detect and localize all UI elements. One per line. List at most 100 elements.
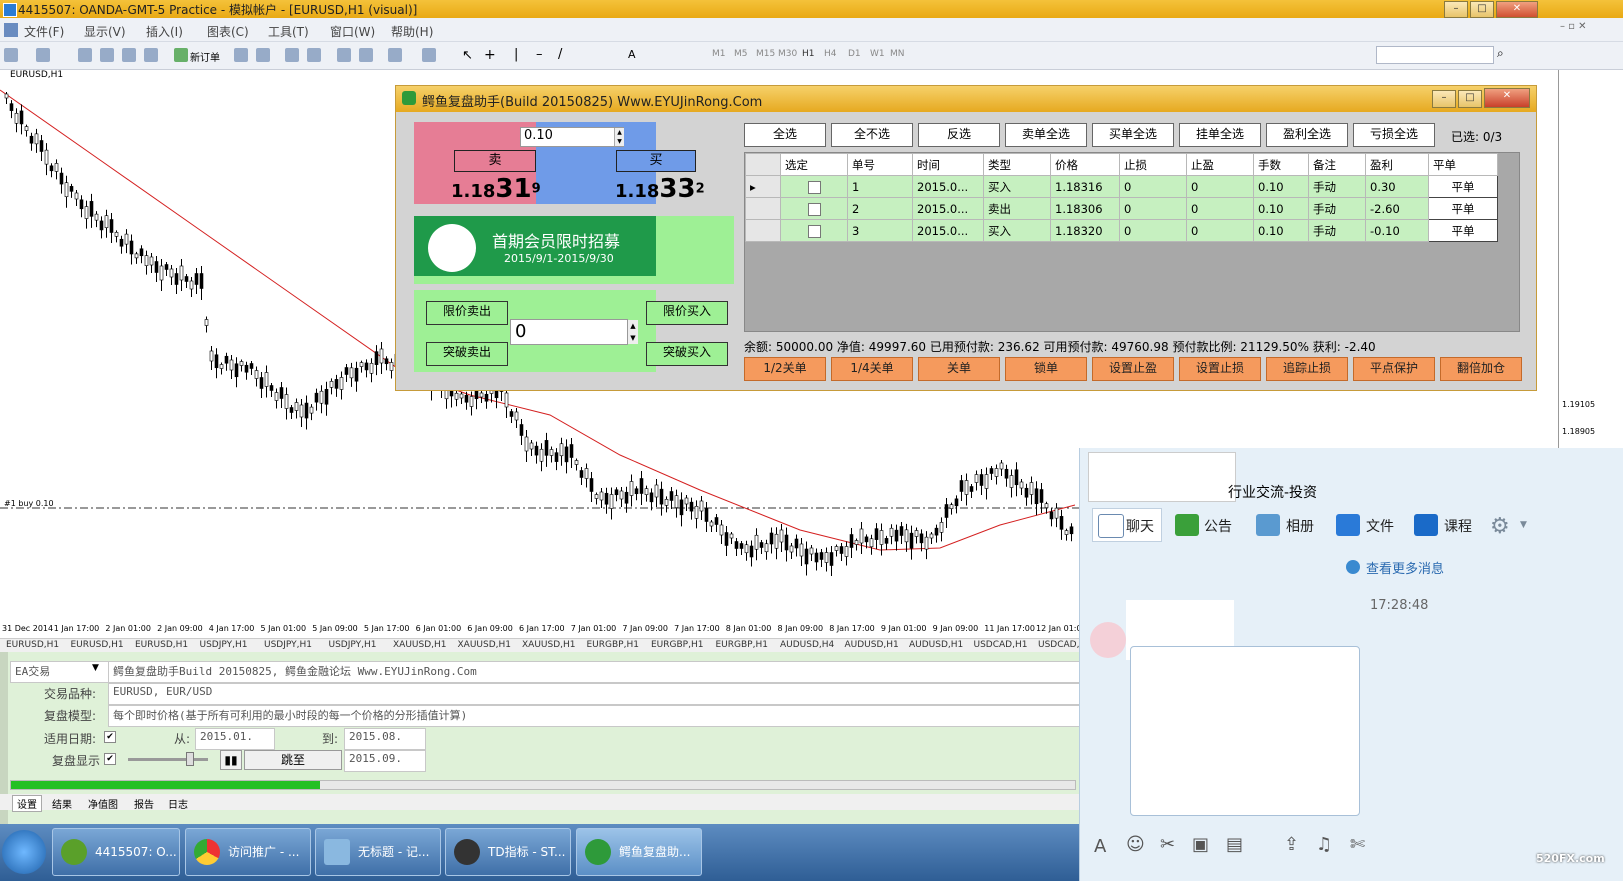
chart-tab[interactable]: EURGBP,H1	[651, 640, 703, 650]
chart-tab[interactable]: USDCAD,H1	[974, 640, 1028, 650]
gift-icon[interactable]: ▣	[1192, 834, 1209, 855]
speed-slider-handle[interactable]	[186, 752, 194, 766]
select-button[interactable]: 全选	[744, 123, 826, 147]
chart-tab[interactable]: EURGBP,H1	[716, 640, 768, 650]
menu-help[interactable]: 帮助(H)	[391, 23, 433, 40]
announcement-icon[interactable]	[1175, 514, 1199, 536]
graduation-cap-icon[interactable]	[1414, 514, 1438, 536]
chart-tab[interactable]: EURUSD,H1	[135, 640, 188, 650]
visual-checkbox[interactable]: ✔	[104, 753, 116, 765]
select-button[interactable]: 全不选	[831, 123, 913, 147]
select-cell[interactable]	[780, 197, 848, 220]
tab-journal[interactable]: 日志	[168, 796, 188, 811]
break-sell-button[interactable]: 突破卖出	[426, 342, 508, 366]
model-field[interactable]: 每个即时价格(基于所有可利用的最小时段的每一个价格的分形插值计算)	[108, 705, 1088, 727]
use-date-checkbox[interactable]: ✔	[104, 731, 116, 743]
task-notepad[interactable]: 无标题 - 记...	[315, 828, 441, 876]
mdi-controls[interactable]: – ▫ ✕	[1560, 21, 1620, 37]
profiles-icon[interactable]	[36, 48, 50, 62]
task-browser[interactable]: 访问推广 - ...	[185, 828, 311, 876]
chevron-down-icon[interactable]: ▼	[92, 663, 99, 673]
row-header[interactable]	[745, 197, 781, 220]
navigator-icon[interactable]	[100, 48, 114, 62]
folder-icon[interactable]	[1336, 514, 1360, 536]
promo-banner[interactable]: 首期会员限时招募 2015/9/1-2015/9/30	[414, 216, 656, 276]
speed-slider[interactable]	[128, 758, 208, 761]
select-button[interactable]: 买单全选	[1092, 123, 1174, 147]
terminal-icon[interactable]	[122, 48, 136, 62]
album-icon[interactable]	[1256, 514, 1280, 536]
ea-name-field[interactable]: 鳄鱼复盘助手Build 20150825, 鳄鱼金融论坛 Www.EYUJinR…	[108, 661, 1088, 683]
tab-chat[interactable]: 聊天	[1126, 516, 1154, 536]
close-button[interactable]: ✕	[1496, 1, 1538, 18]
gear-icon[interactable]: ⚙	[1490, 514, 1510, 539]
row-header[interactable]: ▸	[745, 175, 781, 198]
task-mt4[interactable]: 4415507: O...	[52, 828, 180, 876]
tester-icon[interactable]	[144, 48, 158, 62]
crosshair-icon[interactable]: +	[484, 47, 496, 63]
table-row[interactable]: 2 2015.0... 卖出 1.18306 0 0 0.10 手动 -2.60 平单	[745, 197, 1498, 220]
chart-tab[interactable]: XAUUSD,H1	[522, 640, 576, 650]
chart-tab[interactable]: XAUUSD,H1	[393, 640, 447, 650]
chart-tab[interactable]: EURUSD,H1	[6, 640, 59, 650]
tab-announcement[interactable]: 公告	[1204, 516, 1232, 536]
action-button[interactable]: 平点保护	[1353, 357, 1435, 381]
from-date-field[interactable]: 2015.01.	[195, 728, 275, 750]
tf-m1[interactable]: M1	[712, 49, 726, 59]
row-header[interactable]	[745, 219, 781, 242]
select-cell[interactable]	[780, 175, 848, 198]
tab-results[interactable]: 结果	[52, 796, 72, 811]
pause-button[interactable]: ▮▮	[220, 750, 242, 770]
symbol-field[interactable]: EURUSD, EUR/USD	[108, 683, 1088, 705]
select-button[interactable]: 反选	[918, 123, 1000, 147]
search-input[interactable]	[1376, 46, 1494, 64]
chart-tab[interactable]: USDJPY,H1	[329, 640, 377, 650]
chart-tab[interactable]: USDJPY,H1	[200, 640, 248, 650]
candle-chart-icon[interactable]	[256, 48, 270, 62]
select-button[interactable]: 挂单全选	[1179, 123, 1261, 147]
chevron-down-icon[interactable]: ▼	[1520, 520, 1527, 530]
indicators-icon[interactable]	[388, 48, 402, 62]
select-button[interactable]: 亏损全选	[1353, 123, 1435, 147]
chart-tab[interactable]: USDJPY,H1	[264, 640, 312, 650]
tf-h4[interactable]: H4	[824, 49, 837, 59]
menu-insert[interactable]: 插入(I)	[146, 23, 183, 40]
tab-course[interactable]: 课程	[1444, 516, 1472, 536]
action-button[interactable]: 1/4关单	[831, 357, 913, 381]
row-checkbox[interactable]	[807, 180, 821, 194]
tf-mn[interactable]: MN	[890, 49, 905, 59]
price-input[interactable]: 0	[510, 319, 628, 345]
dialog-close-button[interactable]: ✕	[1484, 88, 1530, 108]
tf-m30[interactable]: M30	[778, 49, 797, 59]
new-chart-icon[interactable]	[4, 48, 18, 62]
message-bubble[interactable]	[1130, 646, 1360, 816]
lot-input[interactable]: 0.10	[520, 127, 624, 147]
action-button[interactable]: 设置止损	[1179, 357, 1261, 381]
horizontal-line-icon[interactable]: –	[536, 47, 543, 62]
start-button[interactable]	[2, 830, 46, 874]
limit-buy-button[interactable]: 限价买入	[646, 301, 728, 325]
tab-report[interactable]: 报告	[134, 796, 154, 811]
tab-graph[interactable]: 净值图	[88, 796, 118, 811]
chart-tab[interactable]: AUDUSD,H4	[780, 640, 834, 650]
image-icon[interactable]: ▤	[1226, 834, 1243, 855]
tf-d1[interactable]: D1	[848, 49, 861, 59]
task-eyu[interactable]: 鳄鱼复盘助...	[576, 828, 702, 876]
tf-h1[interactable]: H1	[802, 49, 815, 59]
close-order-button[interactable]: 平单	[1428, 175, 1498, 198]
tab-settings[interactable]: 设置	[12, 795, 42, 812]
chat-icon[interactable]	[1098, 514, 1124, 538]
scissors-icon[interactable]: ✂	[1160, 834, 1175, 855]
periods-icon[interactable]	[422, 48, 436, 62]
close-order-button[interactable]: 平单	[1428, 219, 1498, 242]
tab-files[interactable]: 文件	[1366, 516, 1394, 536]
new-order-button[interactable]: 新订单	[190, 49, 220, 64]
sender-avatar[interactable]	[1090, 622, 1126, 658]
minimize-button[interactable]: –	[1444, 1, 1468, 18]
zoom-out-icon[interactable]	[307, 48, 321, 62]
bar-chart-icon[interactable]	[234, 48, 248, 62]
tf-w1[interactable]: W1	[870, 49, 885, 59]
dialog-minimize-button[interactable]: –	[1432, 90, 1456, 108]
music-icon[interactable]: ♫	[1316, 834, 1332, 855]
table-row[interactable]: 3 2015.0... 买入 1.18320 0 0 0.10 手动 -0.10 平单	[745, 219, 1498, 242]
